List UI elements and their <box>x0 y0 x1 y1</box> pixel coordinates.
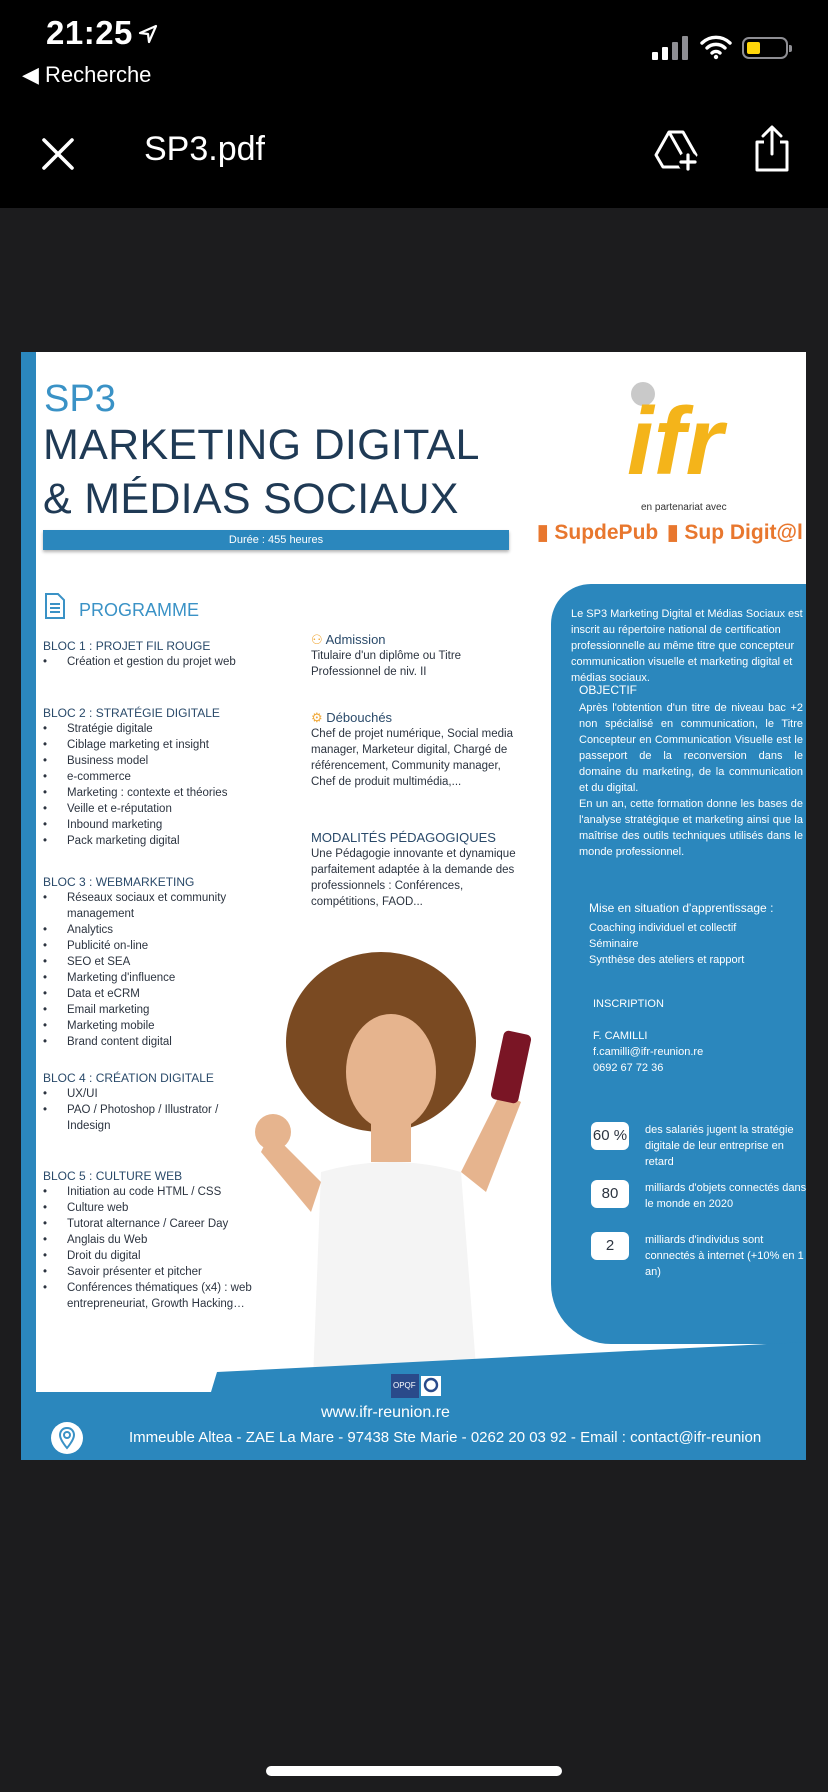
list-item: Création et gestion du projet web <box>43 654 253 670</box>
list-item: e-commerce <box>43 769 253 785</box>
ifr-logo-text: ifr <box>627 388 728 482</box>
battery-icon <box>742 37 792 59</box>
share-icon[interactable] <box>752 124 792 174</box>
bloc-5: BLOC 5 : CULTURE WEB Initiation au code … <box>43 1168 253 1312</box>
panel-intro: Le SP3 Marketing Digital et Médias Socia… <box>571 608 803 684</box>
list-item: Inbound marketing <box>43 817 253 833</box>
gear-icon: ⚙ <box>311 710 327 725</box>
pdf-title: MARKETING DIGITAL & MÉDIAS SOCIAUX <box>43 421 480 523</box>
svg-text:OPQF: OPQF <box>393 1381 416 1390</box>
list-item: Publicité on-line <box>43 938 253 954</box>
list-item: Droit du digital <box>43 1248 253 1264</box>
list-item: Pack marketing digital <box>43 833 253 849</box>
list-item: Stratégie digitale <box>43 721 253 737</box>
modalites-section: MODALITÉS PÉDAGOGIQUES Une Pédagogie inn… <box>311 830 516 908</box>
info-panel: Le SP3 Marketing Digital et Médias Socia… <box>551 584 806 1344</box>
list-item: Marketing : contexte et théories <box>43 785 253 801</box>
list-item: UX/UI <box>43 1086 253 1102</box>
person-icon: ⚇ <box>311 632 326 647</box>
status-time: 21:25 <box>46 14 133 51</box>
list-item: Conférences thématiques (x4) : web entre… <box>43 1280 253 1312</box>
document-title: SP3.pdf <box>144 130 265 168</box>
list-item: PAO / Photoshop / Illustrator / Indesign <box>43 1102 253 1134</box>
list-item: Analytics <box>43 922 253 938</box>
list-item: Marketing d'influence <box>43 970 253 986</box>
list-item: Culture web <box>43 1200 253 1216</box>
list-item: Tutorat alternance / Career Day <box>43 1216 253 1232</box>
list-item: Anglais du Web <box>43 1232 253 1248</box>
list-item: Business model <box>43 753 253 769</box>
list-item: Veille et e-réputation <box>43 801 253 817</box>
add-to-drive-icon[interactable] <box>652 126 700 174</box>
bloc-3: BLOC 3 : WEBMARKETING Réseaux sociaux et… <box>43 874 253 1050</box>
list-item: Savoir présenter et pitcher <box>43 1264 253 1280</box>
pdf-page[interactable]: SP3 MARKETING DIGITAL & MÉDIAS SOCIAUX D… <box>21 352 806 1460</box>
location-arrow-icon <box>138 24 158 44</box>
home-indicator[interactable] <box>266 1766 562 1776</box>
wifi-icon <box>700 35 732 60</box>
list-item: Marketing mobile <box>43 1018 253 1034</box>
programme-heading: PROGRAMME <box>79 600 200 620</box>
objectif-heading: OBJECTIF <box>579 683 638 697</box>
bloc-1: BLOC 1 : PROJET FIL ROUGE Création et ge… <box>43 638 253 670</box>
list-item: Data et eCRM <box>43 986 253 1002</box>
website-url[interactable]: www.ifr-reunion.re <box>321 1404 450 1422</box>
partner-caption: en partenariat avec <box>641 502 727 513</box>
list-item: Email marketing <box>43 1002 253 1018</box>
list-item: SEO et SEA <box>43 954 253 970</box>
viewer-toolbar: SP3.pdf <box>0 100 828 208</box>
list-item: Ciblage marketing et insight <box>43 737 253 753</box>
cellular-signal-icon <box>652 36 688 60</box>
address-line: Immeuble Altea - ZAE La Mare - 97438 Ste… <box>129 1429 762 1446</box>
close-icon[interactable] <box>38 134 78 174</box>
admission-section: ⚇ Admission Titulaire d'un diplôme ou Ti… <box>311 632 462 678</box>
back-to-search-link[interactable]: ◀ Recherche <box>22 62 151 88</box>
list-item: Réseaux sociaux et community management <box>43 890 253 922</box>
opqf-logo: OPQF <box>391 1374 441 1398</box>
page-left-stripe <box>21 352 36 1460</box>
debouches-section: ⚙ Débouchés Chef de projet numérique, So… <box>311 710 514 788</box>
list-item: Brand content digital <box>43 1034 253 1050</box>
duration-bar: Durée : 455 heures <box>43 530 509 550</box>
supdepub-logo: ▮ SupdePub <box>537 521 659 544</box>
objectif-text: Après l'obtention d'un titre de niveau b… <box>579 702 803 858</box>
map-pin-icon <box>51 1422 83 1454</box>
mise-en-situation: Mise en situation d'apprentissage : Coac… <box>589 901 774 966</box>
ifr-logo: ifr <box>621 382 791 495</box>
inscription: INSCRIPTION F. CAMILLI f.camilli@ifr-reu… <box>593 998 704 1074</box>
bloc-4: BLOC 4 : CRÉATION DIGITALE UX/UI PAO / P… <box>43 1070 253 1134</box>
pdf-sp3-heading: SP3 <box>44 378 116 420</box>
list-item: Initiation au code HTML / CSS <box>43 1184 253 1200</box>
back-triangle-icon: ◀ <box>22 62 46 87</box>
bloc-2: BLOC 2 : STRATÉGIE DIGITALE Stratégie di… <box>43 705 253 849</box>
supdigital-logo: ▮ Sup Digit@l <box>667 521 803 544</box>
document-icon <box>45 593 65 619</box>
status-bar: 21:25 ◀ Recherche <box>0 0 828 100</box>
